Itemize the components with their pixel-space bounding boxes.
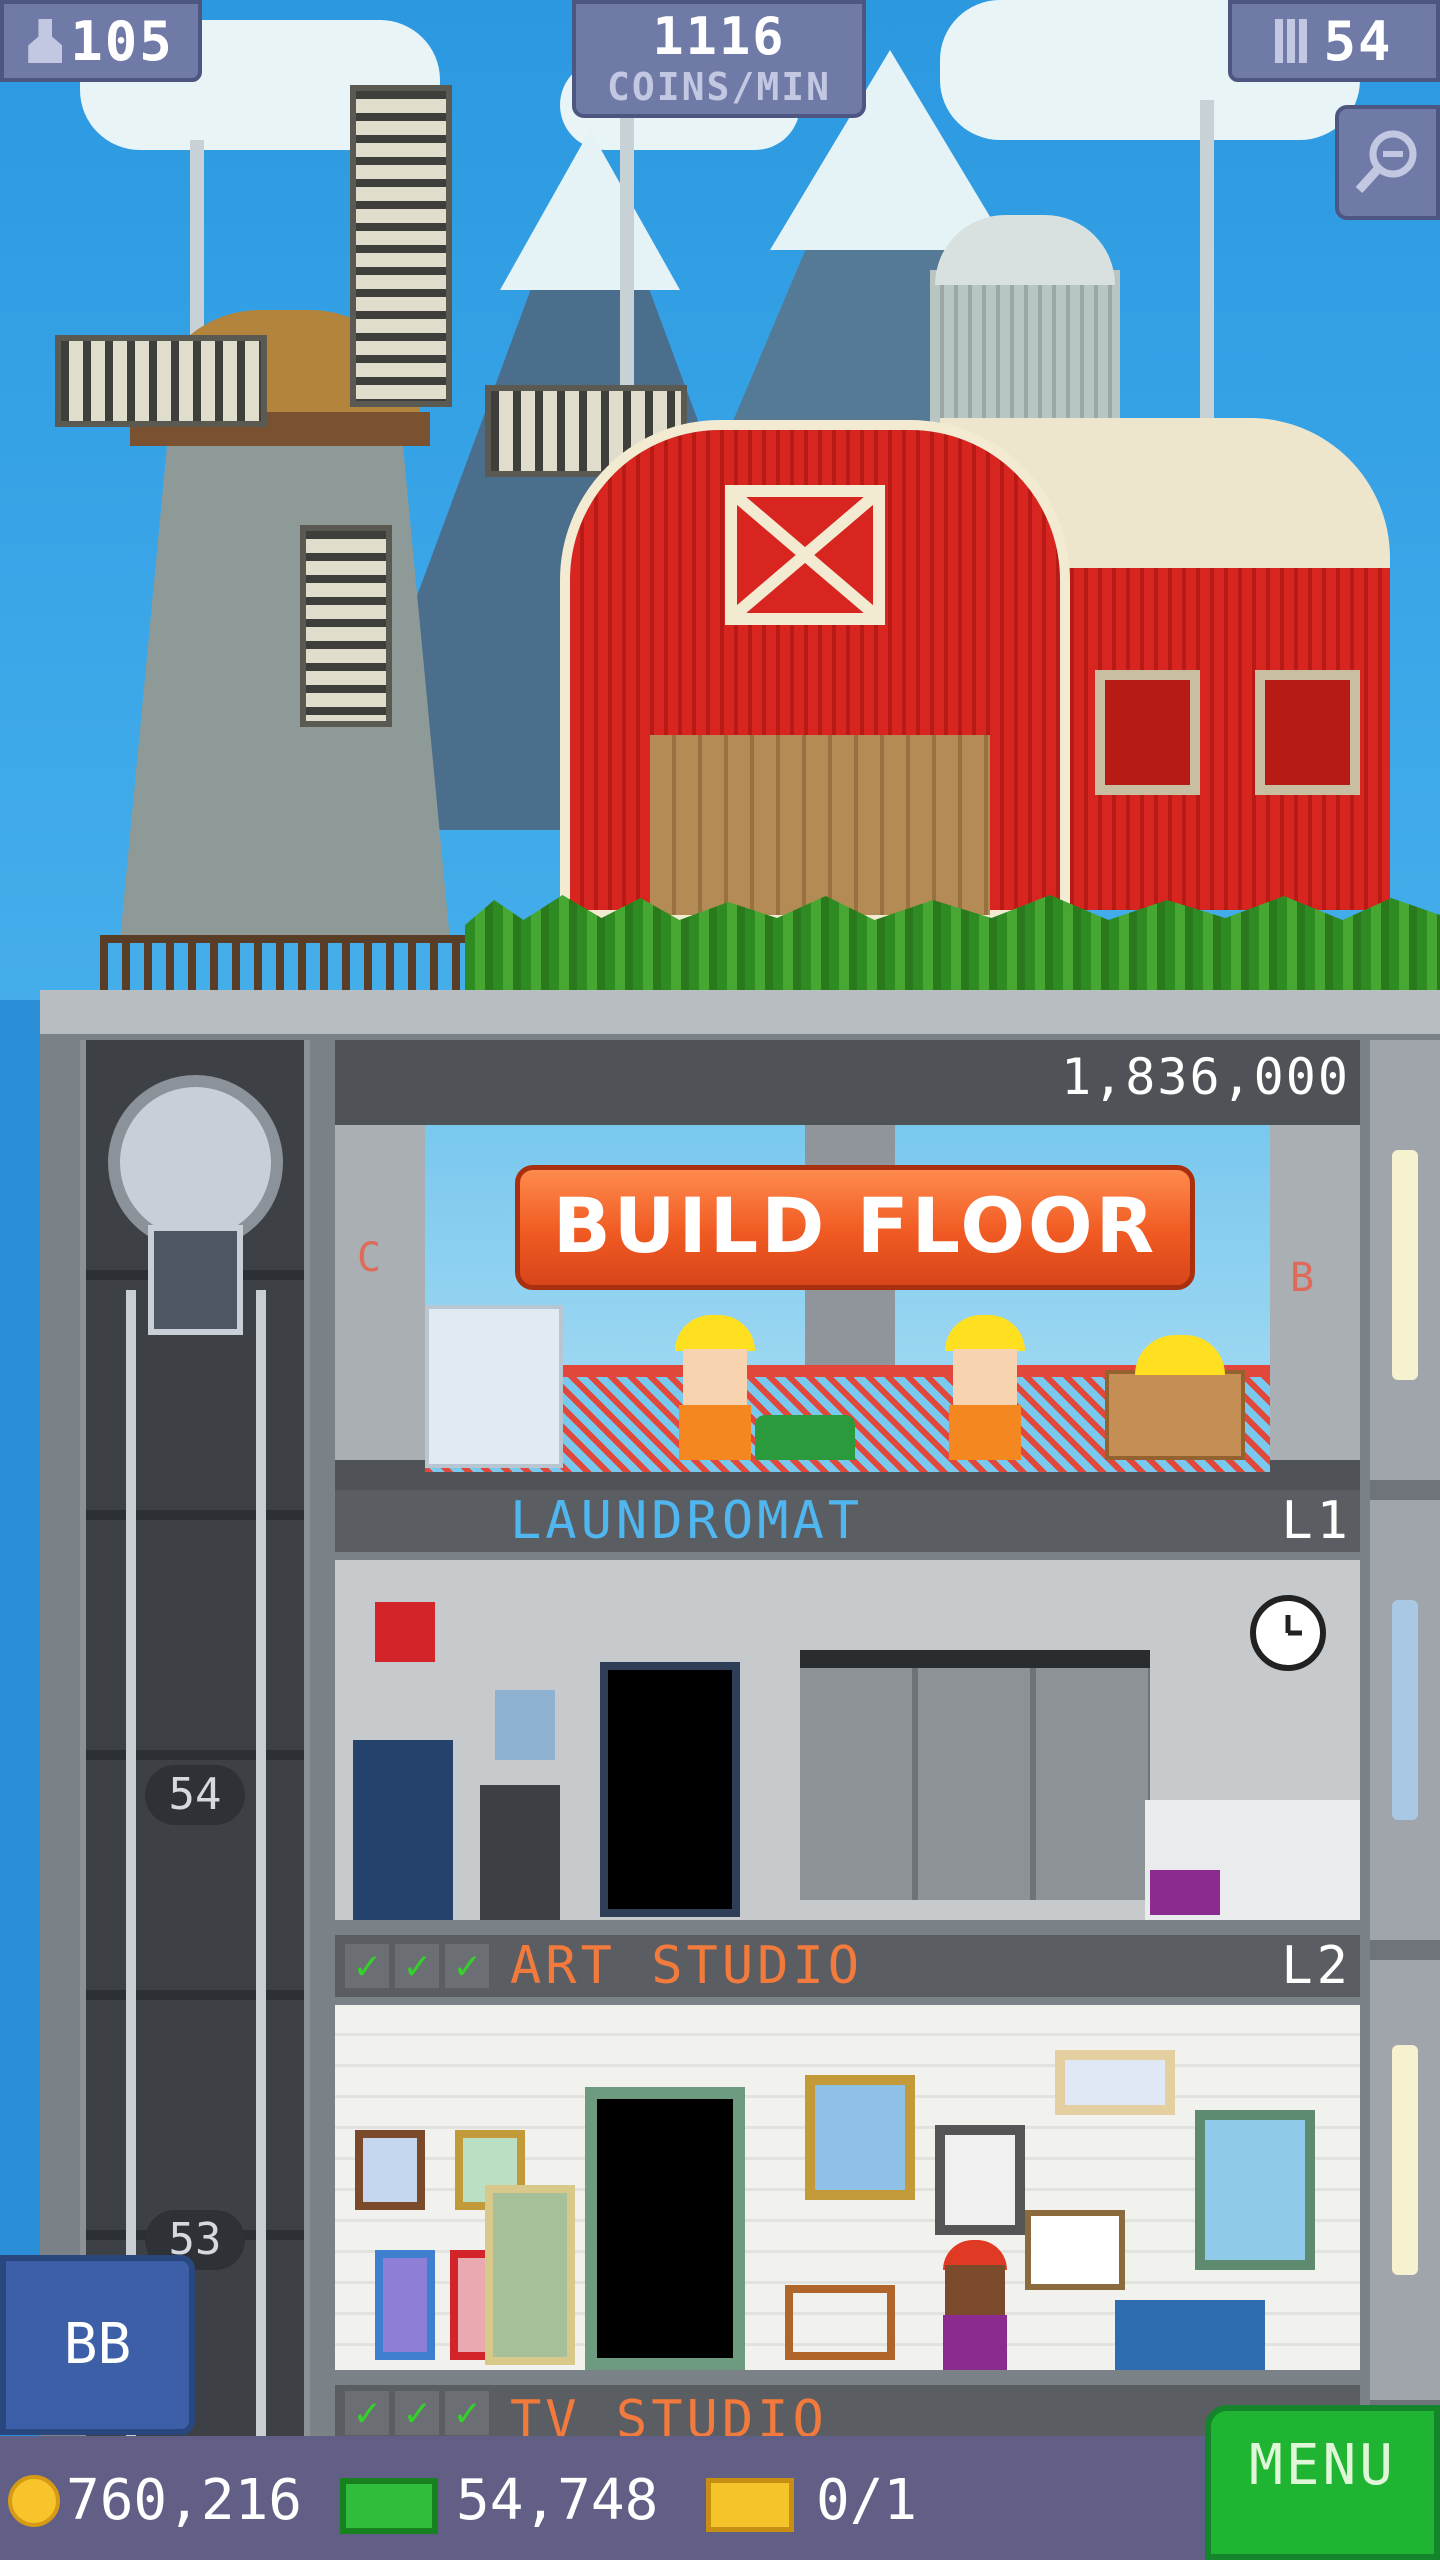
elevator-floor-marker: 54 bbox=[145, 1765, 245, 1825]
person-icon bbox=[28, 19, 63, 63]
toolbox bbox=[755, 1415, 855, 1460]
elevator-pulley bbox=[108, 1075, 283, 1250]
ticket-icon bbox=[706, 2478, 794, 2532]
coins-rate-unit: COINS/MIN bbox=[607, 65, 831, 109]
wooden-crate bbox=[1105, 1370, 1245, 1460]
check-icon: ✓ bbox=[345, 2391, 389, 2435]
change-machine bbox=[480, 1785, 560, 1920]
windmill-blade bbox=[55, 335, 267, 427]
coin-icon bbox=[8, 2475, 60, 2527]
bux-value[interactable]: 54,748 bbox=[456, 2468, 658, 2534]
build-floor-button[interactable]: BUILD FLOOR bbox=[515, 1165, 1195, 1290]
coins-rate-value: 1116 bbox=[652, 7, 786, 67]
notice-paper bbox=[495, 1690, 555, 1760]
floor-name[interactable]: LAUNDROMAT bbox=[510, 1490, 863, 1552]
floor-counter[interactable]: 54 bbox=[1228, 0, 1440, 82]
menu-button[interactable]: MENU bbox=[1205, 2405, 1440, 2560]
construction-floor: 1,836,000 C B BUILD FLOOR bbox=[335, 1040, 1360, 1490]
easel bbox=[1025, 2210, 1125, 2290]
paint-cabinet bbox=[1115, 2300, 1265, 2370]
zoom-out-button[interactable] bbox=[1335, 105, 1440, 220]
tickets-value[interactable]: 0/1 bbox=[816, 2468, 917, 2534]
floor-header: ✓ ✓ ✓ ART STUDIO L2 bbox=[335, 1935, 1360, 1997]
barn-hayloft-window bbox=[725, 485, 885, 625]
hard-hat bbox=[1135, 1335, 1225, 1375]
zoom-out-icon bbox=[1353, 126, 1423, 200]
population-counter[interactable]: 105 bbox=[0, 0, 202, 82]
construction-worker[interactable] bbox=[665, 1315, 765, 1460]
elevator-cable bbox=[256, 1290, 266, 2436]
coins-value[interactable]: 760,216 bbox=[66, 2468, 302, 2534]
check-icon: ✓ bbox=[445, 1944, 489, 1988]
construction-cost: 1,836,000 bbox=[1061, 1048, 1350, 1106]
star-checks: ✓ ✓ ✓ bbox=[345, 2391, 495, 2435]
doorway bbox=[600, 1662, 740, 1917]
bux-icon bbox=[340, 2478, 438, 2534]
floor-name[interactable]: ART STUDIO bbox=[510, 1935, 863, 1997]
check-icon: ✓ bbox=[345, 1944, 389, 1988]
bb-button[interactable]: BB bbox=[0, 2255, 195, 2435]
barn-side-window bbox=[1095, 670, 1200, 795]
studio-window bbox=[1195, 2110, 1315, 2270]
windmill-tower bbox=[120, 420, 450, 940]
laundromat-room[interactable] bbox=[335, 1560, 1360, 1920]
painting bbox=[1055, 2050, 1175, 2115]
construction-worker[interactable] bbox=[935, 1315, 1035, 1460]
laundry-basket bbox=[1150, 1870, 1220, 1915]
art-table bbox=[785, 2285, 895, 2360]
building-icon bbox=[1275, 19, 1312, 63]
coins-per-minute[interactable]: 1116 COINS/MIN bbox=[572, 0, 866, 118]
floor-level: L1 bbox=[1281, 1491, 1352, 1551]
window-light bbox=[1392, 1150, 1418, 1380]
floors-value: 54 bbox=[1323, 9, 1393, 73]
painting bbox=[485, 2185, 575, 2365]
window-light bbox=[1392, 2045, 1418, 2275]
barn-side-window bbox=[1255, 670, 1360, 795]
windmill-blade bbox=[300, 525, 392, 727]
population-value: 105 bbox=[70, 9, 174, 73]
pole bbox=[1200, 100, 1214, 440]
floor-name[interactable]: TV STUDIO bbox=[510, 2389, 828, 2436]
painting bbox=[805, 2075, 915, 2200]
elevator-motor bbox=[148, 1225, 243, 1335]
concrete-pillar bbox=[1270, 1125, 1360, 1460]
art-studio-room[interactable] bbox=[335, 2005, 1360, 2370]
check-icon: ✓ bbox=[395, 2391, 439, 2435]
vending-machine bbox=[353, 1740, 453, 1920]
clock-icon bbox=[1250, 1595, 1326, 1671]
doorway bbox=[585, 2087, 745, 2370]
painting bbox=[375, 2250, 435, 2360]
check-icon: ✓ bbox=[395, 1944, 439, 1988]
construction-letter-b: B bbox=[1290, 1255, 1315, 1301]
floor-header: LAUNDROMAT L1 bbox=[335, 1490, 1360, 1552]
star-checks: ✓ ✓ ✓ bbox=[345, 1944, 495, 1988]
tower-roof-slab bbox=[40, 990, 1440, 1040]
no-smoking-sign bbox=[375, 1602, 435, 1662]
mountain-snowcap bbox=[500, 130, 680, 290]
windmill-fence bbox=[100, 935, 480, 998]
floor-level: L2 bbox=[1281, 1936, 1352, 1996]
barn-door bbox=[650, 735, 990, 915]
artist-character[interactable] bbox=[935, 2240, 1015, 2370]
construction-letter-c: C bbox=[357, 1235, 382, 1281]
check-icon: ✓ bbox=[445, 2391, 489, 2435]
windmill-blade bbox=[350, 85, 452, 407]
washers bbox=[800, 1650, 1150, 1900]
painting bbox=[935, 2125, 1025, 2235]
concrete-pillar bbox=[335, 1125, 425, 1460]
window-glass-panel bbox=[425, 1305, 563, 1468]
window-light bbox=[1392, 1600, 1418, 1820]
painting bbox=[355, 2130, 425, 2210]
